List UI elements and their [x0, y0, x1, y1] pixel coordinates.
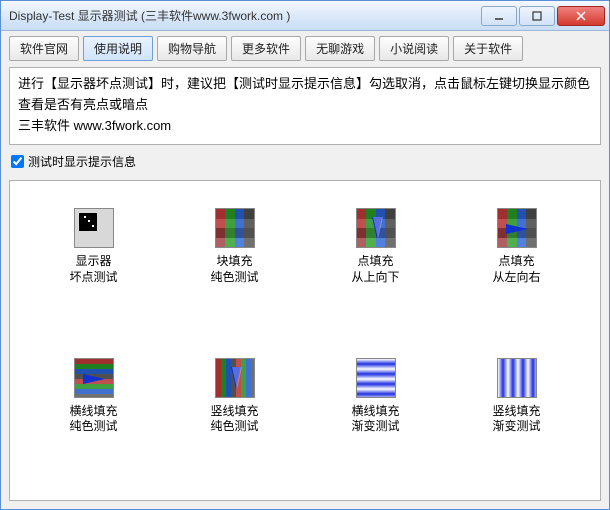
point-topdown-icon — [356, 208, 396, 248]
show-hints-label: 测试时显示提示信息 — [28, 153, 136, 170]
hline-gradient-icon — [356, 358, 396, 398]
titlebar[interactable]: Display-Test 显示器测试 (三丰软件www.3fwork.com ) — [1, 1, 609, 31]
tab-about[interactable]: 关于软件 — [453, 36, 523, 61]
test-point-leftright[interactable]: 点填充 从左向右 — [451, 201, 582, 331]
minimize-button[interactable] — [481, 6, 517, 26]
tab-novels[interactable]: 小说阅读 — [379, 36, 449, 61]
test-label: 竖线填充 纯色测试 — [210, 404, 258, 435]
tab-instructions[interactable]: 使用说明 — [83, 36, 153, 61]
tab-more-software[interactable]: 更多软件 — [231, 36, 301, 61]
maximize-button[interactable] — [519, 6, 555, 26]
vline-gradient-icon — [497, 358, 537, 398]
tests-panel: 显示器 坏点测试 块填充 纯色测试 点填充 从上向下 — [9, 180, 601, 501]
tab-shopping[interactable]: 购物导航 — [157, 36, 227, 61]
maximize-icon — [532, 11, 542, 21]
close-icon — [576, 11, 586, 21]
close-button[interactable] — [557, 6, 605, 26]
test-label: 点填充 从左向右 — [492, 254, 540, 285]
info-line-1: 进行【显示器坏点测试】时，建议把【测试时显示提示信息】勾选取消，点击鼠标左键切换… — [18, 74, 592, 116]
minimize-icon — [494, 11, 504, 21]
test-deadpixel[interactable]: 显示器 坏点测试 — [28, 201, 159, 331]
arrow-right-icon — [83, 374, 105, 384]
test-hline-solid[interactable]: 横线填充 纯色测试 — [28, 351, 159, 481]
tab-official-site[interactable]: 软件官网 — [9, 36, 79, 61]
test-point-topdown[interactable]: 点填充 从上向下 — [310, 201, 441, 331]
test-label: 竖线填充 渐变测试 — [492, 404, 540, 435]
test-label: 点填充 从上向下 — [351, 254, 399, 285]
content-area: 软件官网 使用说明 购物导航 更多软件 无聊游戏 小说阅读 关于软件 进行【显示… — [1, 31, 609, 509]
info-line-2: 三丰软件 www.3fwork.com — [18, 116, 592, 137]
point-leftright-icon — [497, 208, 537, 248]
test-hline-gradient[interactable]: 横线填充 渐变测试 — [310, 351, 441, 481]
info-box: 进行【显示器坏点测试】时，建议把【测试时显示提示信息】勾选取消，点击鼠标左键切换… — [9, 67, 601, 145]
test-label: 横线填充 渐变测试 — [351, 404, 399, 435]
test-label: 显示器 坏点测试 — [69, 254, 117, 285]
arrow-down-icon — [231, 367, 241, 389]
test-label: 横线填充 纯色测试 — [69, 404, 117, 435]
tab-games[interactable]: 无聊游戏 — [305, 36, 375, 61]
show-hints-checkbox[interactable] — [11, 155, 24, 168]
show-hints-checkbox-row[interactable]: 测试时显示提示信息 — [9, 153, 601, 170]
test-block-solid[interactable]: 块填充 纯色测试 — [169, 201, 300, 331]
block-solid-icon — [215, 208, 255, 248]
tabbar: 软件官网 使用说明 购物导航 更多软件 无聊游戏 小说阅读 关于软件 — [9, 36, 601, 61]
vline-solid-icon — [215, 358, 255, 398]
test-vline-solid[interactable]: 竖线填充 纯色测试 — [169, 351, 300, 481]
window-title: Display-Test 显示器测试 (三丰软件www.3fwork.com ) — [9, 7, 481, 24]
deadpixel-icon — [74, 208, 114, 248]
test-label: 块填充 纯色测试 — [210, 254, 258, 285]
app-window: Display-Test 显示器测试 (三丰软件www.3fwork.com )… — [0, 0, 610, 510]
test-vline-gradient[interactable]: 竖线填充 渐变测试 — [451, 351, 582, 481]
window-controls — [481, 6, 605, 26]
hline-solid-icon — [74, 358, 114, 398]
